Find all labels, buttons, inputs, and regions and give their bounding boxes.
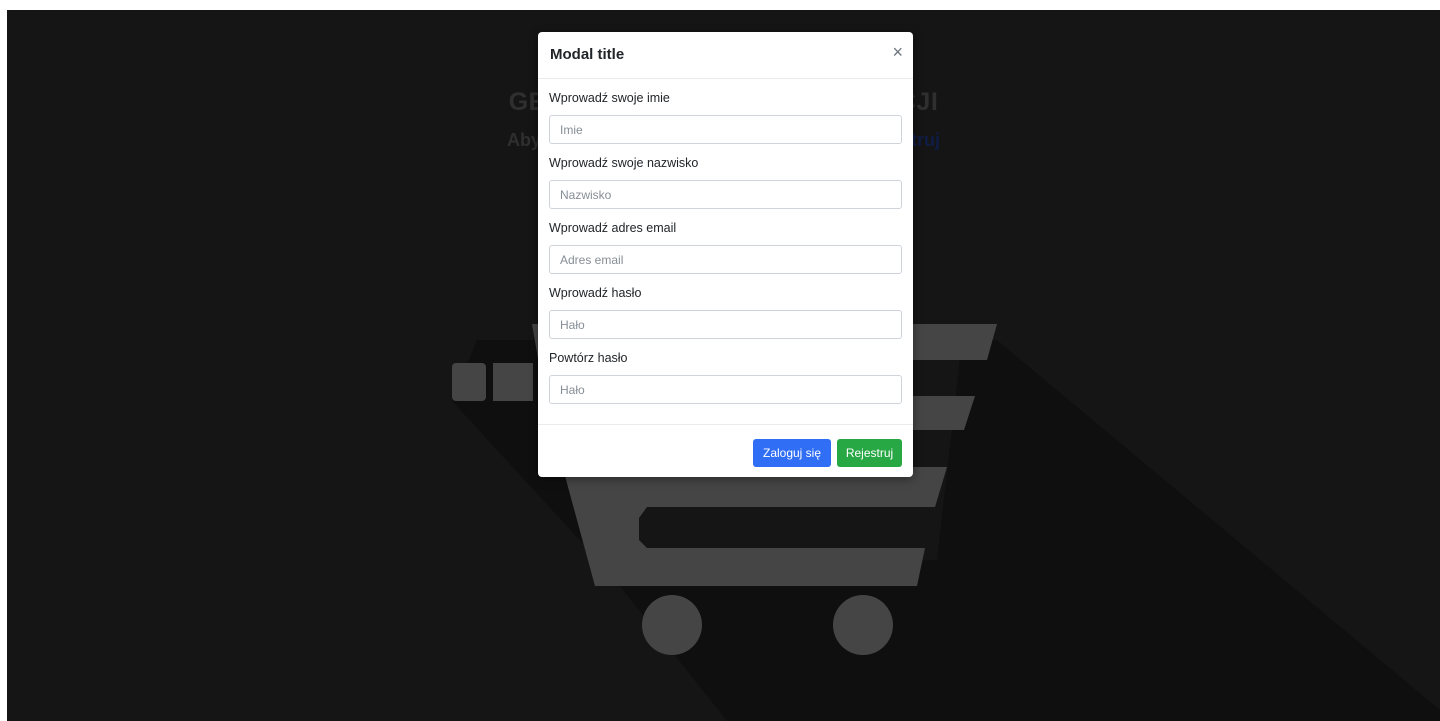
last-name-group: Wprowadź swoje nazwisko [549,156,902,209]
first-name-group: Wprowadź swoje imie [549,91,902,144]
modal-header: Modal title × [538,32,913,79]
email-label: Wprowadź adres email [549,221,677,235]
page-background: GEN KCJI Aby truj Modal title × Wprowadź… [7,10,1440,721]
password-label: Wprowadź hasło [549,286,642,300]
close-icon[interactable]: × [892,43,903,61]
last-name-label: Wprowadź swoje nazwisko [549,156,699,170]
email-input[interactable] [549,245,902,274]
first-name-input[interactable] [549,115,902,144]
first-name-label: Wprowadź swoje imie [549,91,670,105]
modal-footer: Zaloguj się Rejestruj [538,424,913,477]
modal-title: Modal title [550,46,625,63]
password-input[interactable] [549,310,902,339]
login-button[interactable]: Zaloguj się [753,439,831,467]
repeat-password-input[interactable] [549,375,902,404]
password-group: Wprowadź hasło [549,286,902,339]
register-button[interactable]: Rejestruj [837,439,902,467]
last-name-input[interactable] [549,180,902,209]
email-group: Wprowadź adres email [549,221,902,274]
repeat-password-label: Powtórz hasło [549,351,628,365]
modal-body: Wprowadź swoje imie Wprowadź swoje nazwi… [538,79,913,404]
repeat-password-group: Powtórz hasło [549,351,902,404]
registration-modal: Modal title × Wprowadź swoje imie Wprowa… [538,32,913,477]
